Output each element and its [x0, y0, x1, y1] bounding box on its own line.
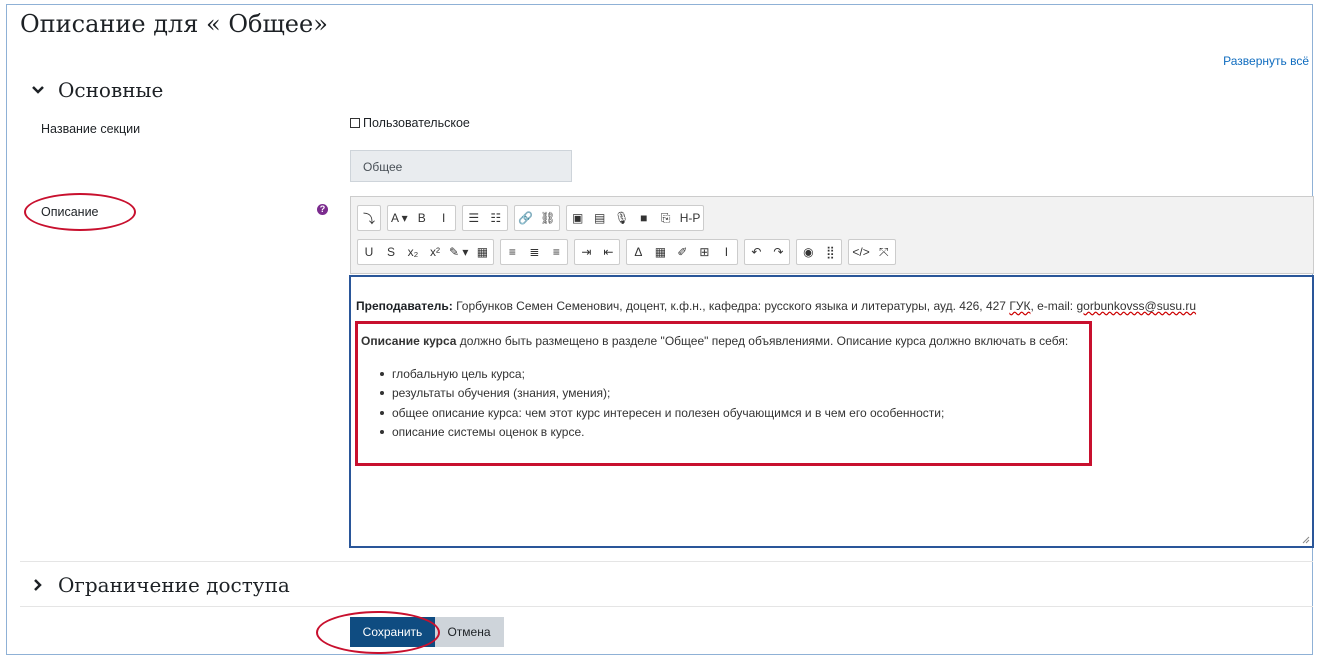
align-left-icon[interactable]: ≡: [501, 240, 523, 264]
italic-icon[interactable]: I: [433, 206, 455, 230]
toolbar-group: ≡ ≣ ≡: [500, 239, 569, 265]
edit-icon[interactable]: ✐: [671, 240, 693, 264]
save-button[interactable]: Сохранить: [350, 617, 435, 647]
list-item: описание системы оценок в курсе.: [380, 423, 944, 443]
section-general-title: Основные: [58, 78, 164, 102]
description-editor[interactable]: Преподаватель: Горбунков Семен Семенович…: [349, 275, 1314, 548]
divider: [20, 561, 1313, 562]
section-name-label: Название секции: [41, 122, 141, 136]
link-icon[interactable]: 🔗: [515, 206, 537, 230]
subscript-icon[interactable]: x₂: [402, 240, 424, 264]
underline-icon[interactable]: U: [358, 240, 380, 264]
section-general-header[interactable]: Основные: [30, 78, 163, 102]
h5p-icon[interactable]: H-P: [677, 206, 704, 230]
toolbar-group: ↶ ↷: [744, 239, 791, 265]
teacher-text: Горбунков Семен Семенович, доцент, к.ф.н…: [452, 299, 1010, 313]
email-text: gorbunkovss@susu.ru: [1076, 299, 1197, 313]
custom-name-checkbox-label: Пользовательское: [363, 116, 470, 130]
html-icon[interactable]: </>: [849, 240, 872, 264]
undo-icon[interactable]: ↶: [745, 240, 767, 264]
expand-all-link[interactable]: Развернуть всё: [1223, 54, 1309, 68]
accessibility-icon[interactable]: ◉: [797, 240, 819, 264]
course-description-text: должно быть размещено в разделе "Общее" …: [456, 334, 1069, 348]
section-restrictions-title: Ограничение доступа: [58, 573, 290, 597]
building-text: ГУК: [1009, 299, 1031, 313]
toolbar-group: ◉ ⣿: [796, 239, 843, 265]
toolbar-row-1: ⤵ A ▾ B I ☰ ☷ 🔗 ⛓ ▣ ▤ 🎙 ■ ⎘ H-P: [357, 205, 710, 231]
list-item: глобальную цель курса;: [380, 364, 944, 384]
bold-icon[interactable]: B: [411, 206, 433, 230]
indent-icon[interactable]: ⇥: [575, 240, 597, 264]
toolbar-group: </> ⤧: [848, 239, 896, 265]
list-item: общее описание курса: чем этот курс инте…: [380, 403, 944, 423]
toolbar-group: Δ ▦ ✐ ⊞ I: [626, 239, 739, 265]
chevron-right-icon: [34, 579, 42, 591]
course-description-bold: Описание курса: [361, 334, 457, 348]
strikethrough-icon[interactable]: S: [380, 240, 402, 264]
list-item: результаты обучения (знания, умения);: [380, 384, 944, 404]
toolbar-group: U Sx₂ x² ✎ ▾ ▦: [357, 239, 495, 265]
font-color-icon[interactable]: ✎ ▾: [446, 240, 471, 264]
cancel-button[interactable]: Отмена: [434, 617, 504, 647]
superscript-icon[interactable]: x²: [424, 240, 446, 264]
ordered-list-icon[interactable]: ☷: [485, 206, 507, 230]
unordered-list-icon[interactable]: ☰: [463, 206, 485, 230]
custom-name-checkbox[interactable]: [350, 118, 360, 128]
special-chars-icon[interactable]: ⣿: [819, 240, 841, 264]
course-description-list: глобальную цель курса; результаты обучен…: [380, 364, 944, 442]
record-audio-icon[interactable]: 🎙: [611, 206, 633, 230]
media-icon[interactable]: ▤: [589, 206, 611, 230]
table-icon[interactable]: ⊞: [693, 240, 715, 264]
unlink-icon[interactable]: ⛓: [537, 206, 559, 230]
image-icon[interactable]: ▣: [567, 206, 589, 230]
record-video-icon[interactable]: ■: [633, 206, 655, 230]
toggle-toolbar-icon[interactable]: ⤵: [358, 206, 380, 230]
calculator-icon[interactable]: ▦: [649, 240, 671, 264]
toolbar-group: A ▾ B I: [387, 205, 456, 231]
resize-grip-icon[interactable]: [1302, 536, 1310, 544]
page-title: Описание для « Общее»: [20, 10, 328, 38]
email-prefix: , e-mail:: [1030, 299, 1077, 313]
section-restrictions-header[interactable]: Ограничение доступа: [30, 573, 290, 597]
divider: [20, 606, 1313, 607]
annotation-rect-description: Описание курса должно быть размещено в р…: [355, 321, 1092, 466]
toolbar-group: ⇥ ⇤: [574, 239, 621, 265]
teacher-line: Преподаватель: Горбунков Семен Семенович…: [356, 299, 1196, 313]
align-right-icon[interactable]: ≡: [545, 240, 567, 264]
font-style-icon[interactable]: A ▾: [388, 206, 411, 230]
section-name-field[interactable]: Общее: [350, 150, 572, 182]
text-cursor-icon[interactable]: I: [715, 240, 737, 264]
equation-icon[interactable]: Δ: [627, 240, 649, 264]
help-icon[interactable]: ?: [317, 204, 328, 215]
redo-icon[interactable]: ↷: [767, 240, 789, 264]
chevron-down-icon: [32, 86, 44, 94]
toolbar-group: ▣ ▤ 🎙 ■ ⎘ H-P: [565, 205, 705, 231]
toolbar-row-2: U Sx₂ x² ✎ ▾ ▦ ≡ ≣ ≡ ⇥ ⇤ Δ ▦ ✐ ⊞ I ↶ ↷ ◉ ⣿ </> ⤧: [357, 239, 902, 265]
custom-name-checkbox-row[interactable]: Пользовательское: [350, 116, 470, 130]
manage-files-icon[interactable]: ⎘: [655, 206, 677, 230]
align-center-icon[interactable]: ≣: [523, 240, 545, 264]
course-description-intro: Описание курса должно быть размещено в р…: [361, 334, 1068, 348]
description-label: Описание: [41, 205, 99, 219]
toolbar-group: ⤵: [357, 205, 381, 231]
toolbar-group: ☰ ☷: [461, 205, 508, 231]
fullscreen-icon[interactable]: ⤧: [873, 240, 895, 264]
paste-text-icon[interactable]: ▦: [471, 240, 493, 264]
teacher-label: Преподаватель:: [356, 299, 453, 313]
toolbar-group: 🔗 ⛓: [513, 205, 560, 231]
outdent-icon[interactable]: ⇤: [597, 240, 619, 264]
editor-toolbar: ⤵ A ▾ B I ☰ ☷ 🔗 ⛓ ▣ ▤ 🎙 ■ ⎘ H-P U Sx₂ x² ✎ ▾ ▦ ≡ ≣ ≡ ⇥ ⇤ Δ ▦ ✐ ⊞ I ↶…: [350, 196, 1314, 274]
